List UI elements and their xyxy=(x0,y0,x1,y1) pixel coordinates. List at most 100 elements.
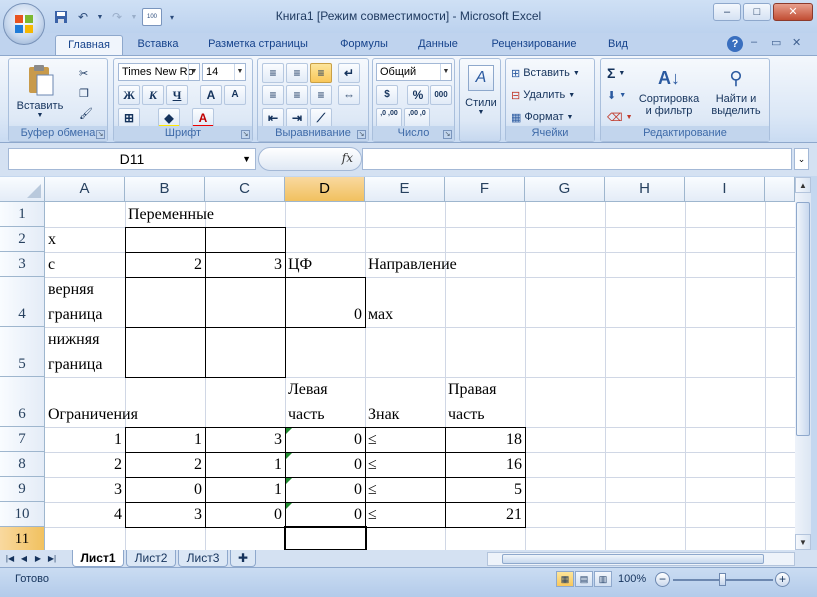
page-layout-view-icon[interactable]: ▤ xyxy=(575,571,593,587)
percent-button[interactable]: % xyxy=(407,85,429,105)
font-name-select[interactable]: Times New Ro ▼ xyxy=(118,63,200,81)
row-header-10[interactable]: 10 xyxy=(0,502,45,527)
sheet-tab-2[interactable]: Лист2 xyxy=(126,550,176,567)
col-header-partial[interactable] xyxy=(765,177,795,202)
font-launcher-icon[interactable]: ↘ xyxy=(241,130,250,139)
next-sheet-icon[interactable]: ▶ xyxy=(32,552,44,565)
tab-data[interactable]: Данные xyxy=(408,35,468,55)
col-header-e[interactable]: E xyxy=(365,177,445,202)
col-header-b[interactable]: B xyxy=(125,177,205,202)
row-header-2[interactable]: 2 xyxy=(0,227,45,252)
col-header-a[interactable]: A xyxy=(45,177,125,202)
tab-page-layout[interactable]: Разметка страницы xyxy=(198,35,318,55)
prev-sheet-icon[interactable]: ◀ xyxy=(18,552,30,565)
find-select-button[interactable]: ⚲ Найти и выделить xyxy=(705,63,767,117)
normal-view-icon[interactable]: ▦ xyxy=(556,571,574,587)
cell-d10[interactable]: 0 xyxy=(285,502,365,527)
number-format-select[interactable]: Общий ▼ xyxy=(376,63,452,81)
cell-e9[interactable]: ≤ xyxy=(365,477,380,502)
insert-cells-button[interactable]: ⊞ Вставить ▼ xyxy=(511,63,580,83)
cell-e3[interactable]: Направление xyxy=(365,252,460,277)
tab-formulas[interactable]: Формулы xyxy=(330,35,398,55)
fill-icon[interactable]: ⬇ ▼ xyxy=(607,85,626,105)
cell-f9[interactable]: 5 xyxy=(445,477,525,502)
active-cell-d11[interactable] xyxy=(284,526,367,550)
align-top-icon[interactable]: ≡ xyxy=(262,63,284,83)
cell-e8[interactable]: ≤ xyxy=(365,452,380,477)
cell-a10[interactable]: 4 xyxy=(45,502,125,527)
cell-b3[interactable]: 2 xyxy=(125,252,205,277)
cell-a3[interactable]: c xyxy=(45,252,58,277)
ribbon-close-icon[interactable]: ✕ xyxy=(792,36,801,49)
cell-e10[interactable]: ≤ xyxy=(365,502,380,527)
close-button[interactable]: ✕ xyxy=(773,3,813,21)
cell-a9[interactable]: 3 xyxy=(45,477,125,502)
wrap-text-icon[interactable]: ↵ xyxy=(338,63,360,83)
row-header-3[interactable]: 3 xyxy=(0,252,45,277)
format-cells-button[interactable]: ▦ Формат ▼ xyxy=(511,107,573,127)
row-header-5[interactable]: 5 xyxy=(0,327,45,377)
borders-button[interactable]: ⊞ xyxy=(118,108,140,128)
font-size-select[interactable]: 14 ▼ xyxy=(202,63,246,81)
cell-d9[interactable]: 0 xyxy=(285,477,365,502)
cell-f10[interactable]: 21 xyxy=(445,502,525,527)
row-header-9[interactable]: 9 xyxy=(0,477,45,502)
cell-e4[interactable]: мах xyxy=(365,302,396,327)
col-header-h[interactable]: H xyxy=(605,177,685,202)
grow-font-button[interactable]: A xyxy=(200,85,222,105)
help-icon[interactable]: ? xyxy=(727,36,743,52)
increase-decimal-button[interactable]: ,0 ,00 xyxy=(376,108,402,128)
name-box-dropdown-icon[interactable]: ▼ xyxy=(242,149,251,169)
cell-d7[interactable]: 0 xyxy=(285,427,365,452)
sort-filter-button[interactable]: A↓ Сортировка и фильтр xyxy=(635,63,703,117)
insert-sheet-icon[interactable]: ✚ xyxy=(230,550,256,567)
copy-icon[interactable]: ❐ xyxy=(79,83,89,103)
zoom-level[interactable]: 100% xyxy=(618,573,646,585)
tab-home[interactable]: Главная xyxy=(55,35,123,55)
minimize-button[interactable]: – xyxy=(713,3,741,21)
cell-e7[interactable]: ≤ xyxy=(365,427,380,452)
clipboard-launcher-icon[interactable]: ↘ xyxy=(96,130,105,139)
row-header-8[interactable]: 8 xyxy=(0,452,45,477)
cell-d4[interactable]: 0 xyxy=(285,302,365,327)
cell-d6[interactable]: Левая часть xyxy=(285,377,365,427)
autosum-icon[interactable]: Σ ▼ xyxy=(607,63,625,83)
paste-dropdown-icon[interactable]: ▼ xyxy=(15,112,65,119)
currency-icon[interactable]: $ xyxy=(376,85,398,105)
tab-view[interactable]: Вид xyxy=(600,35,636,55)
vertical-scrollbar[interactable]: ▲ ▼ xyxy=(795,177,811,550)
italic-button[interactable]: К xyxy=(142,85,164,105)
cell-e6[interactable]: Знак xyxy=(365,402,402,427)
col-header-f[interactable]: F xyxy=(445,177,525,202)
row-header-6[interactable]: 6 xyxy=(0,377,45,427)
zoom-slider[interactable]: − + xyxy=(655,572,790,588)
col-header-c[interactable]: C xyxy=(205,177,285,202)
align-middle-icon[interactable]: ≡ xyxy=(286,63,308,83)
merge-center-icon[interactable]: ⇔ xyxy=(338,85,360,105)
spreadsheet-grid[interactable]: A B C D E F G H I 1 2 3 4 5 6 7 8 9 10 1… xyxy=(0,177,795,550)
decrease-decimal-button[interactable]: ,00 ,0 xyxy=(404,108,430,128)
tab-review[interactable]: Рецензирование xyxy=(478,35,590,55)
office-button[interactable] xyxy=(3,3,45,45)
cell-c10[interactable]: 0 xyxy=(205,502,285,527)
scroll-down-icon[interactable]: ▼ xyxy=(795,534,811,550)
cell-f8[interactable]: 16 xyxy=(445,452,525,477)
cell-f7[interactable]: 18 xyxy=(445,427,525,452)
cell-b10[interactable]: 3 xyxy=(125,502,205,527)
cell-a2[interactable]: x xyxy=(45,227,59,252)
sheet-tab-1[interactable]: Лист1 xyxy=(72,550,124,567)
bold-button[interactable]: Ж xyxy=(118,85,140,105)
align-left-icon[interactable]: ≡ xyxy=(262,85,284,105)
font-color-button[interactable]: A xyxy=(192,108,214,128)
cell-a5[interactable]: нижняя граница xyxy=(45,327,125,377)
row-header-1[interactable]: 1 xyxy=(0,202,45,227)
align-bottom-icon[interactable]: ≡ xyxy=(310,63,332,83)
cut-icon[interactable]: ✂ xyxy=(79,63,88,83)
ribbon-restore-icon[interactable]: ▭ xyxy=(771,36,781,49)
cell-c9[interactable]: 1 xyxy=(205,477,285,502)
zoom-in-icon[interactable]: + xyxy=(775,572,790,587)
zoom-knob[interactable] xyxy=(719,573,726,586)
expand-formula-icon[interactable]: ⌄ xyxy=(794,148,809,170)
fill-color-button[interactable]: ◆ xyxy=(158,108,180,128)
format-painter-icon[interactable]: 🖌 xyxy=(79,103,93,123)
